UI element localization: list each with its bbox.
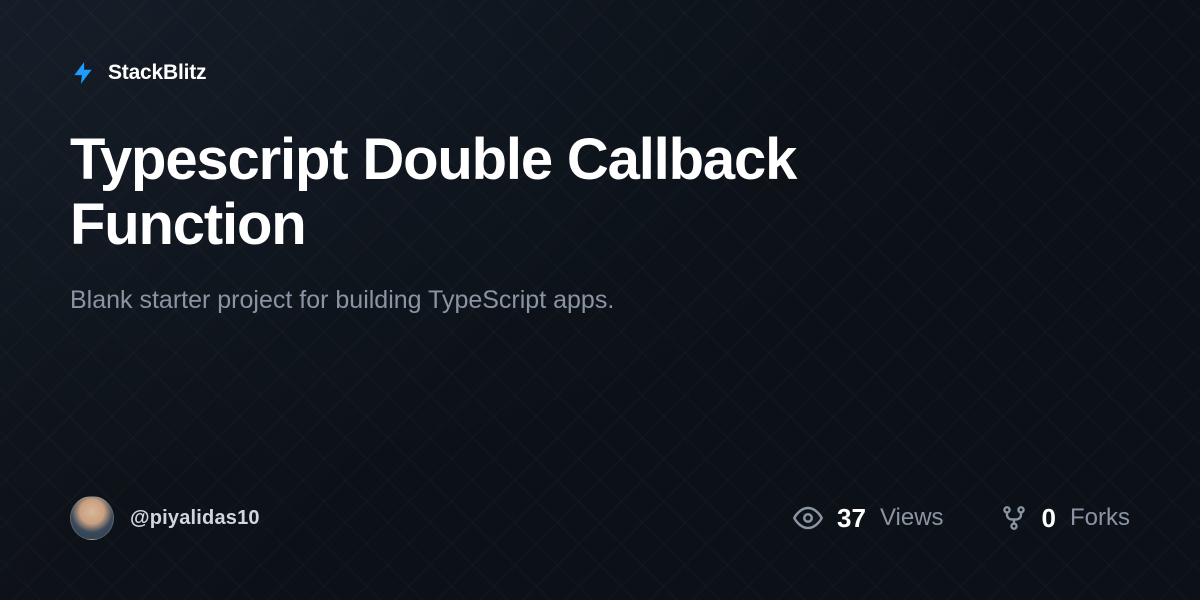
brand-row: StackBlitz [70,60,1130,86]
avatar [70,496,114,540]
forks-stat: 0 Forks [1000,503,1130,534]
brand-name: StackBlitz [108,61,206,85]
lightning-bolt-icon [70,60,96,86]
views-count: 37 [837,503,866,534]
views-stat: 37 Views [793,503,944,534]
author-handle: @piyalidas10 [130,507,260,530]
project-title: Typescript Double Callback Function [70,128,1020,258]
card-content: StackBlitz Typescript Double Callback Fu… [0,0,1200,600]
views-label: Views [880,504,944,532]
project-description: Blank starter project for building TypeS… [70,286,1130,315]
footer-row: @piyalidas10 37 Views [70,496,1130,540]
forks-label: Forks [1070,504,1130,532]
stats-block: 37 Views 0 Forks [793,503,1130,534]
eye-icon [793,503,823,533]
author-block[interactable]: @piyalidas10 [70,496,260,540]
forks-count: 0 [1042,503,1056,534]
fork-icon [1000,504,1028,532]
